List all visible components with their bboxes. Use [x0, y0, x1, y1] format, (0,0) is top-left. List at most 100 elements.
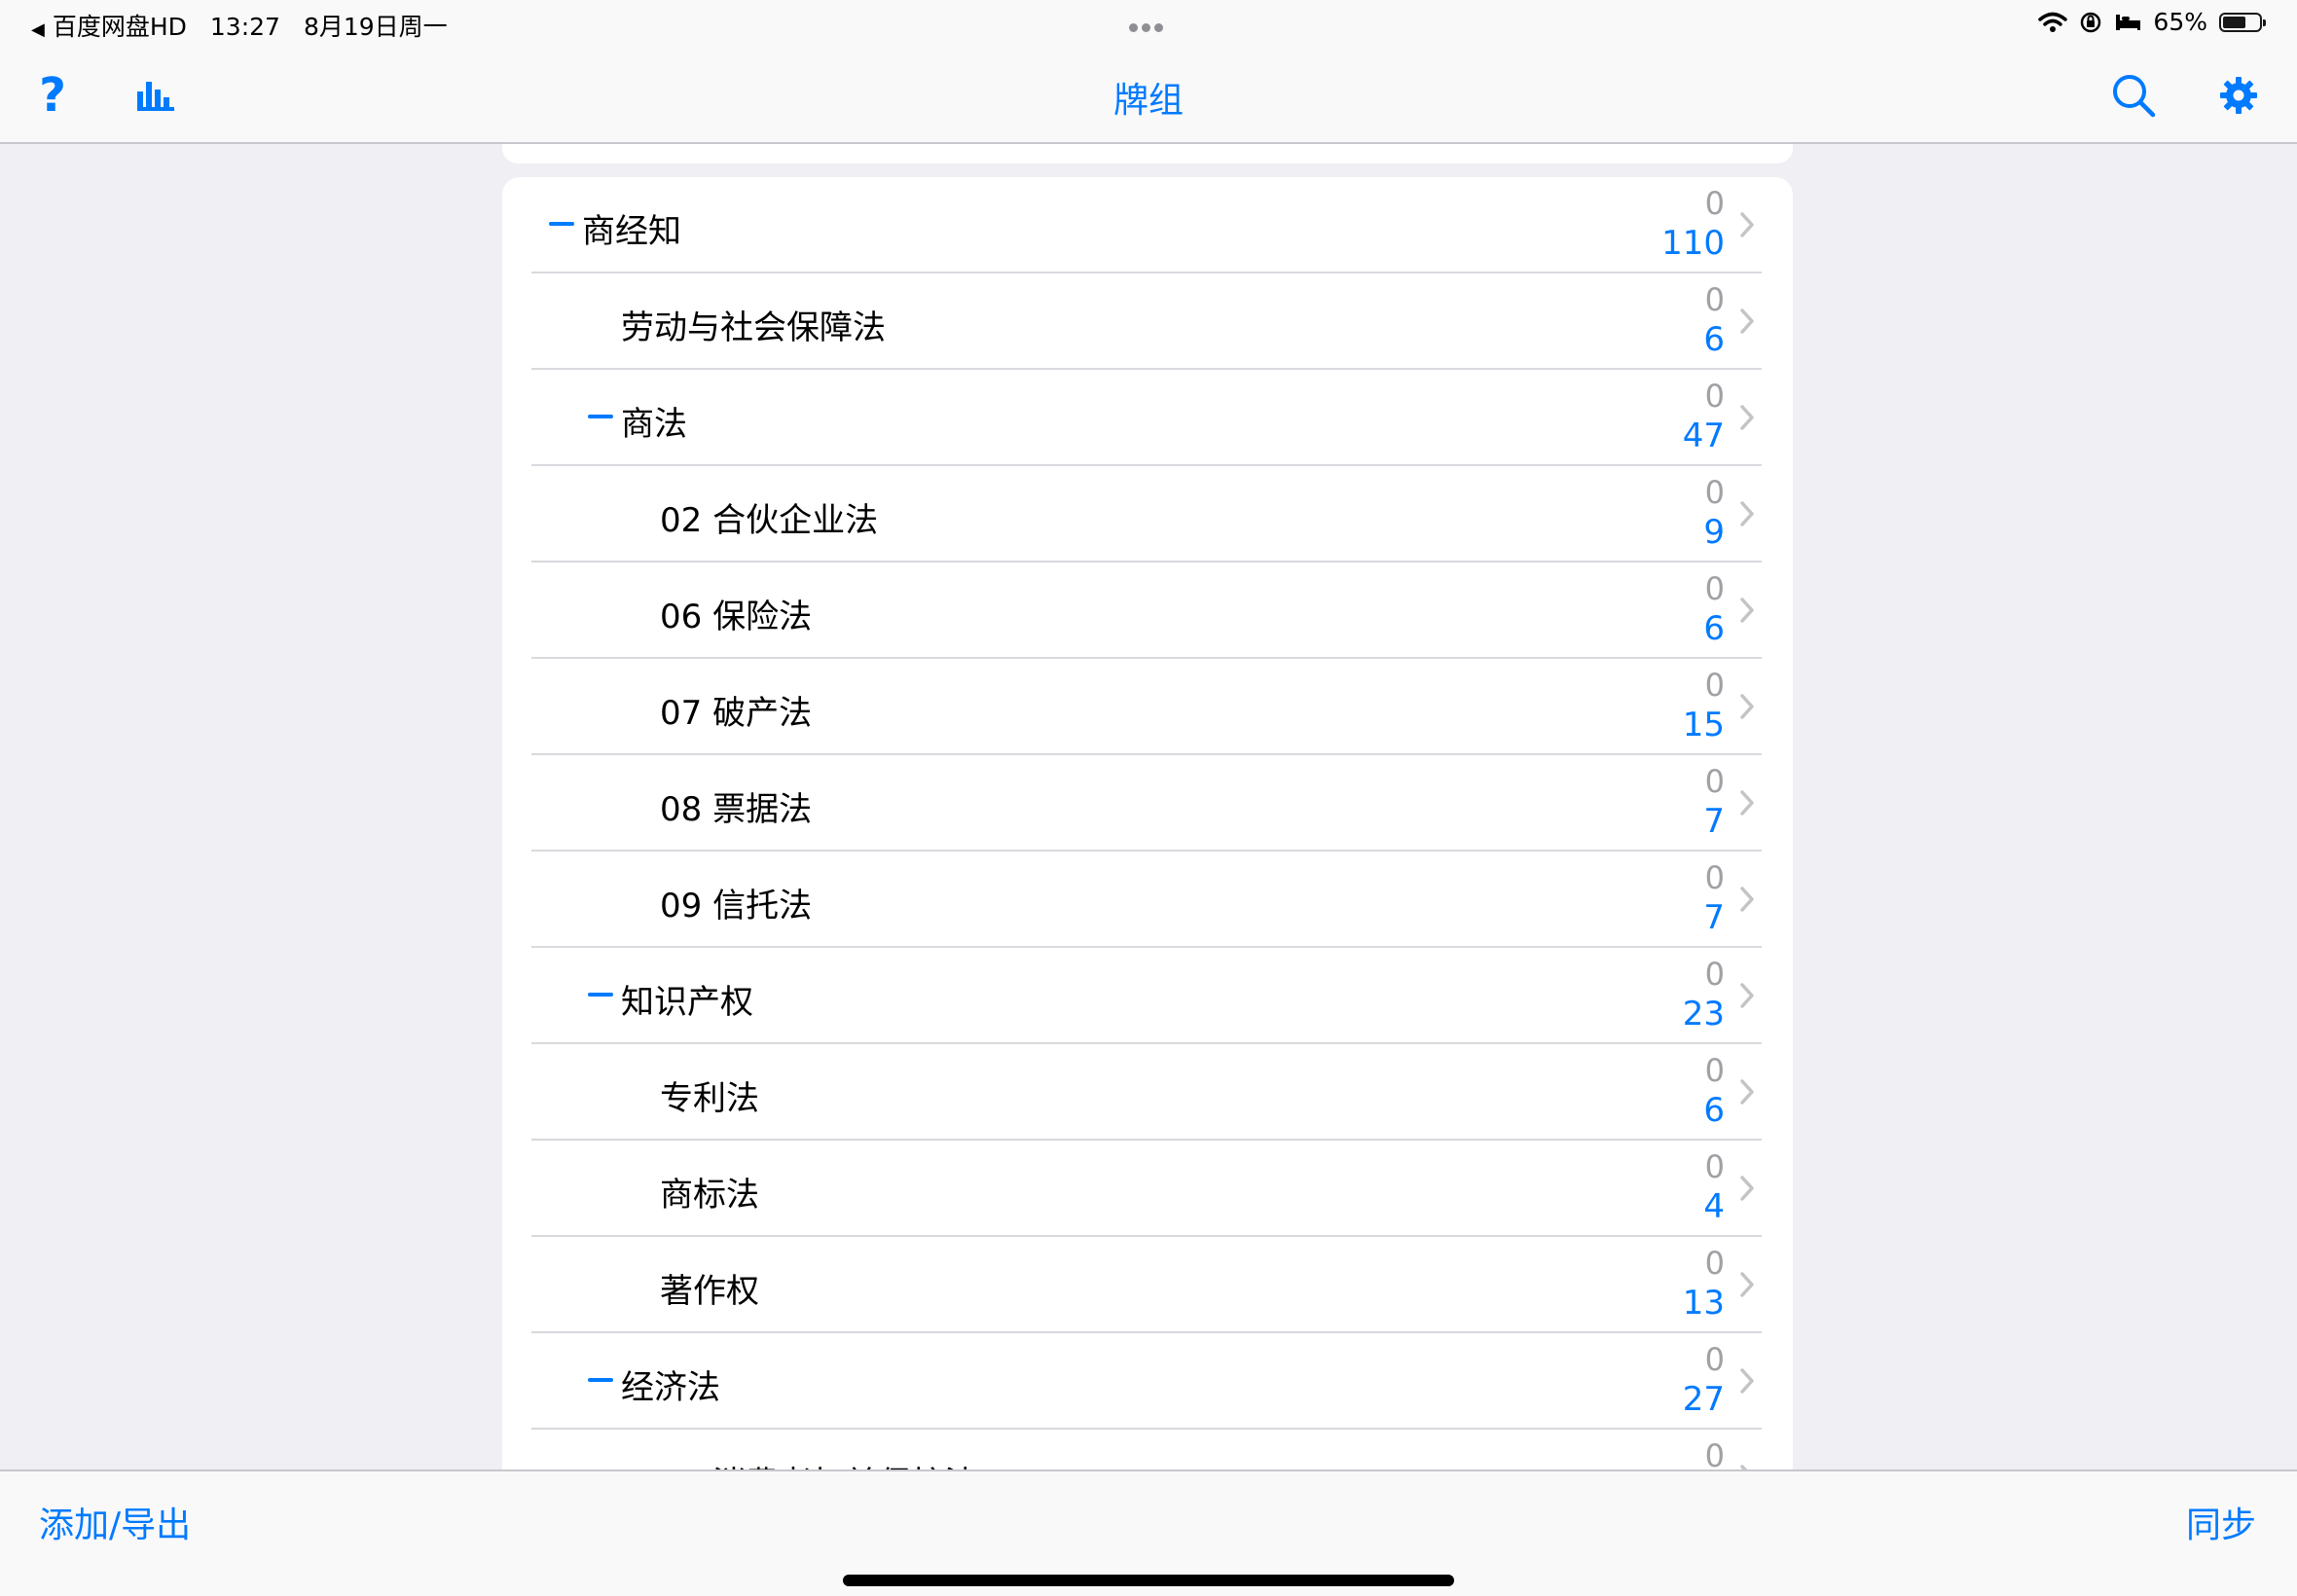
settings-button[interactable] — [2209, 66, 2268, 125]
chevron-right-icon — [1740, 1176, 1754, 1201]
deck-total-count: 6 — [1703, 1091, 1725, 1130]
sync-button[interactable]: 同步 — [2186, 1497, 2256, 1547]
deck-row[interactable]: 劳动与社会保障法 0 6 — [531, 273, 1762, 370]
deck-row[interactable]: 02 消费者权益保护法 0 — [531, 1430, 1762, 1469]
wifi-icon — [2038, 12, 2068, 32]
chevron-right-icon — [1740, 1465, 1748, 1469]
deck-name: 商标法 — [660, 1176, 759, 1215]
chevron-right-icon — [1740, 212, 1754, 237]
collapse-minus-icon[interactable] — [549, 222, 574, 226]
chevron-right-icon — [1740, 983, 1754, 1008]
deck-name: 02 合伙企业法 — [660, 501, 879, 540]
deck-row[interactable]: 09 信托法 0 7 — [531, 852, 1762, 948]
deck-total-count: 27 — [1682, 1380, 1725, 1419]
multitasking-dots-icon[interactable] — [1127, 18, 1165, 36]
collapse-minus-icon[interactable] — [588, 993, 613, 997]
deck-total-count: 7 — [1703, 898, 1725, 937]
deck-total-count: 6 — [1703, 609, 1725, 648]
deck-due-count: 0 — [1704, 1052, 1725, 1089]
back-arrow-icon[interactable]: ◀ — [31, 19, 45, 40]
deck-total-count: 47 — [1682, 417, 1725, 455]
deck-due-count: 0 — [1704, 378, 1725, 415]
deck-due-count: 0 — [1704, 956, 1725, 993]
deck-row[interactable]: 商标法 0 4 — [531, 1141, 1762, 1237]
deck-total-count: 6 — [1703, 320, 1725, 359]
deck-name: 商经知 — [582, 212, 681, 251]
deck-card: 商经知 0 110 劳动与社会保障法 0 6 商法 0 47 02 合伙企业法 0 9 06 保险法 0 6… — [502, 177, 1793, 1469]
status-bar-left: ◀ 百度网盘HD 13:27 8月19日周一 — [31, 8, 471, 43]
chevron-right-icon — [1740, 694, 1754, 719]
back-app-label[interactable]: 百度网盘HD — [53, 13, 187, 41]
deck-row[interactable]: 06 保险法 0 6 — [531, 562, 1762, 659]
deck-total-count: 4 — [1703, 1187, 1725, 1226]
deck-total-count: 110 — [1661, 224, 1725, 263]
deck-due-count: 0 — [1704, 281, 1725, 318]
deck-row[interactable]: 经济法 0 27 — [531, 1333, 1762, 1430]
battery-icon — [2219, 12, 2266, 32]
deck-row[interactable]: 02 合伙企业法 0 9 — [531, 466, 1762, 562]
status-bar-right: 65% — [2038, 8, 2266, 36]
gear-icon — [2220, 77, 2257, 114]
deck-name: 09 信托法 — [660, 887, 813, 925]
add-export-button[interactable]: 添加/导出 — [39, 1497, 191, 1547]
chevron-right-icon — [1740, 405, 1754, 430]
deck-due-count: 0 — [1704, 1341, 1725, 1378]
deck-row[interactable]: 知识产权 0 23 — [531, 948, 1762, 1044]
deck-due-count: 0 — [1704, 667, 1725, 704]
deck-total-count: 9 — [1703, 513, 1725, 552]
deck-name: 劳动与社会保障法 — [621, 308, 886, 347]
deck-row[interactable]: 商经知 0 110 — [531, 177, 1762, 273]
chevron-right-icon — [1740, 887, 1754, 912]
page-title: 牌组 — [1112, 81, 1184, 121]
status-bar: ◀ 百度网盘HD 13:27 8月19日周一 65% — [0, 0, 2297, 45]
search-button[interactable] — [2104, 66, 2163, 125]
home-indicator[interactable] — [843, 1575, 1454, 1586]
chevron-right-icon — [1740, 1079, 1754, 1105]
deck-name: 07 破产法 — [660, 694, 813, 733]
deck-total-count: 15 — [1682, 706, 1725, 744]
chevron-right-icon — [1740, 790, 1754, 816]
deck-due-count: 0 — [1704, 763, 1725, 800]
deck-row[interactable]: 专利法 0 6 — [531, 1044, 1762, 1141]
search-icon — [2113, 75, 2156, 118]
deck-due-count: 0 — [1704, 474, 1725, 511]
deck-name: 02 消费者权益保护法 — [660, 1457, 977, 1469]
deck-due-count: 0 — [1704, 1245, 1725, 1282]
chevron-right-icon — [1740, 501, 1754, 526]
deck-list-scroll-area[interactable]: 商经知 0 110 劳动与社会保障法 0 6 商法 0 47 02 合伙企业法 0 9 06 保险法 0 6… — [0, 144, 2297, 1469]
deck-name: 06 保险法 — [660, 598, 813, 636]
status-date: 8月19日周一 — [303, 13, 448, 41]
navigation-bar: ? 牌组 — [0, 45, 2297, 144]
deck-total-count: 23 — [1682, 995, 1725, 1034]
deck-name: 商法 — [621, 405, 687, 444]
sleep-bed-icon — [2116, 14, 2141, 30]
status-time: 13:27 — [209, 13, 280, 41]
deck-name: 专利法 — [660, 1079, 759, 1118]
deck-due-count: 0 — [1704, 1148, 1725, 1185]
deck-row[interactable]: 07 破产法 0 15 — [531, 659, 1762, 755]
chevron-right-icon — [1740, 598, 1754, 623]
deck-due-count: 0 — [1704, 859, 1725, 896]
deck-name: 经济法 — [621, 1368, 720, 1407]
bottom-toolbar: 添加/导出 同步 — [0, 1469, 2297, 1596]
chevron-right-icon — [1740, 1368, 1754, 1394]
deck-name: 著作权 — [660, 1272, 759, 1311]
chevron-right-icon — [1740, 308, 1754, 334]
deck-due-count: 0 — [1704, 570, 1725, 607]
deck-name: 08 票据法 — [660, 790, 813, 829]
battery-percent: 65% — [2153, 8, 2207, 36]
deck-due-count: 0 — [1704, 185, 1725, 222]
deck-total-count: 7 — [1703, 802, 1725, 841]
deck-row[interactable]: 08 票据法 0 7 — [531, 755, 1762, 852]
orientation-lock-icon — [2081, 12, 2101, 32]
battery-fill — [2223, 16, 2245, 28]
previous-deck-card — [502, 144, 1793, 163]
deck-total-count: 13 — [1682, 1284, 1725, 1323]
deck-row[interactable]: 著作权 0 13 — [531, 1237, 1762, 1333]
collapse-minus-icon[interactable] — [588, 1378, 613, 1382]
deck-name: 知识产权 — [621, 983, 753, 1022]
deck-due-count: 0 — [1704, 1437, 1725, 1469]
deck-row[interactable]: 商法 0 47 — [531, 370, 1762, 466]
collapse-minus-icon[interactable] — [588, 415, 613, 418]
chevron-right-icon — [1740, 1272, 1754, 1297]
